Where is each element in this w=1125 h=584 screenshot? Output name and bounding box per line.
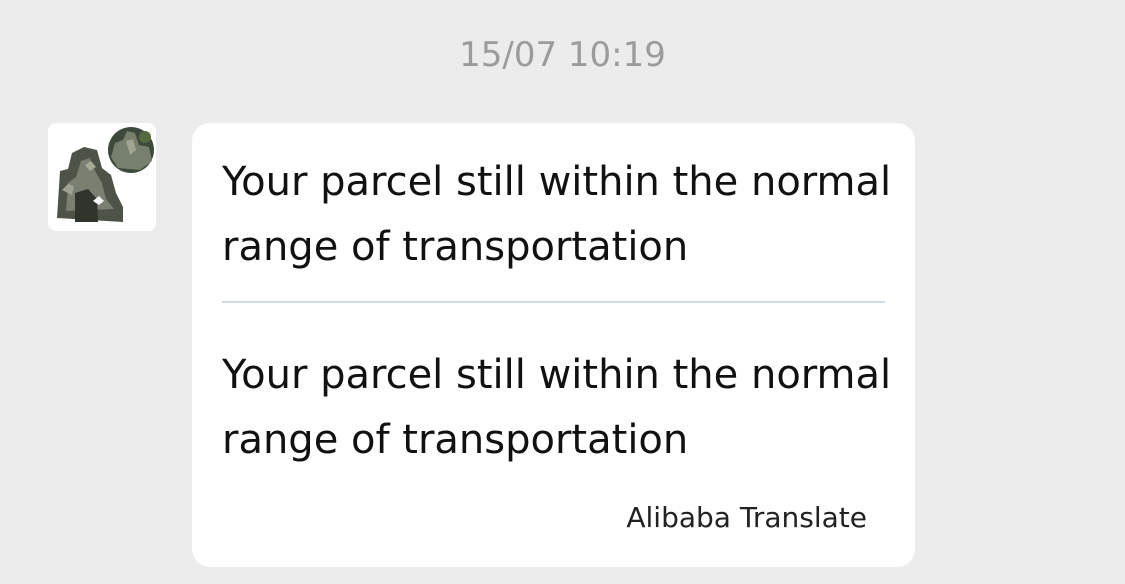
translated-message-text: Your parcel still within the normal rang… <box>222 352 892 463</box>
message-timestamp: 15/07 10:19 <box>459 35 666 75</box>
product-thumbnail-icon <box>48 123 156 231</box>
sender-avatar[interactable] <box>48 123 156 231</box>
original-message-text: Your parcel still within the normal rang… <box>222 159 892 270</box>
translation-provider-label: Alibaba Translate <box>626 501 867 534</box>
translation-divider <box>222 301 885 303</box>
message-bubble[interactable]: Your parcel still within the normal rang… <box>192 123 915 567</box>
